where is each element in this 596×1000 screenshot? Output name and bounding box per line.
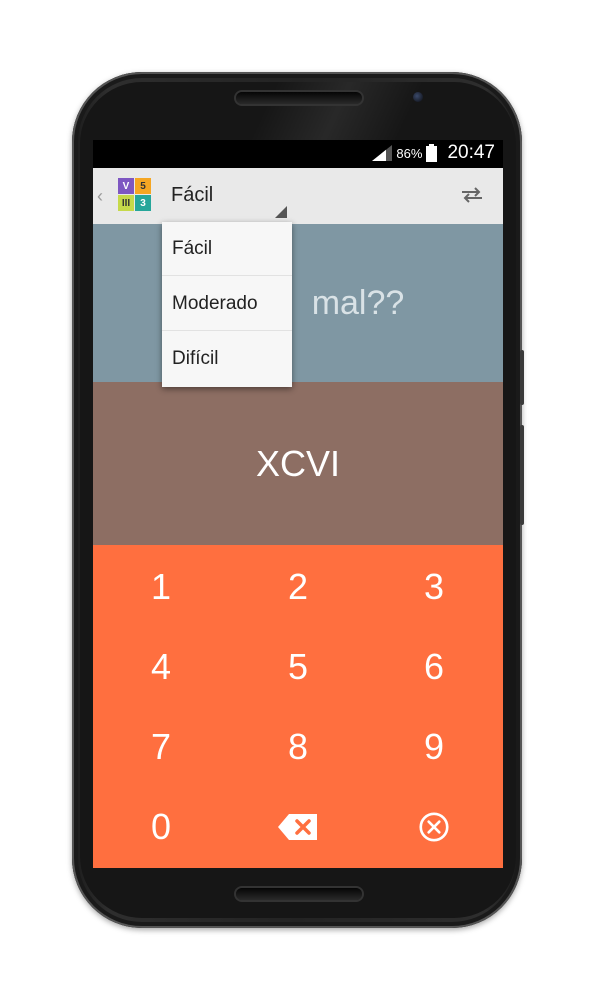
keypad: 1 2 3 4 5 6 7 8 9 0 [93,545,503,868]
clock: 20:47 [447,142,495,163]
swap-icon[interactable] [459,184,485,206]
signal-icon [372,145,393,161]
question-text: mal?? [93,224,503,382]
chevron-left-icon[interactable]: ‹ [97,186,103,207]
status-right: 86% 20:47 [372,142,495,164]
key-3[interactable]: 3 [366,547,502,627]
logo-cell-3: 3 [135,195,151,211]
answer-panel: XCVI [93,382,503,545]
dropdown-option-dificil[interactable]: Difícil [162,332,292,386]
dropdown-option-moderado[interactable]: Moderado [162,277,292,331]
key-4[interactable]: 4 [93,627,229,707]
key-1[interactable]: 1 [93,547,229,627]
difficulty-spinner[interactable]: Fácil [163,168,291,224]
logo-cell-iii: III [118,195,134,211]
key-8[interactable]: 8 [230,707,366,787]
bottom-speaker [236,888,362,900]
battery-icon [426,144,438,162]
clear-circle-icon [419,812,449,842]
backspace-icon [278,814,317,840]
key-6[interactable]: 6 [366,627,502,707]
difficulty-selected: Fácil [171,184,214,206]
logo-cell-v: V [118,178,134,194]
key-7[interactable]: 7 [93,707,229,787]
action-bar: ‹ V 5 III 3 Fácil [93,168,503,224]
screen: 86% 20:47 ‹ V 5 III 3 Fácil mal?? XCVI 1… [93,140,503,868]
key-9[interactable]: 9 [366,707,502,787]
app-logo[interactable]: V 5 III 3 [118,178,152,212]
roman-numeral: XCVI [255,442,341,484]
key-2[interactable]: 2 [230,547,366,627]
status-bar: 86% 20:47 [93,140,503,168]
power-button[interactable] [520,350,524,405]
question-text-label: mal?? [311,283,405,322]
clear-key[interactable] [366,787,502,867]
spinner-arrow-icon [275,206,287,218]
front-camera [413,92,423,102]
key-0[interactable]: 0 [93,787,229,867]
battery-percent: 86% [396,145,423,161]
key-5[interactable]: 5 [230,627,366,707]
volume-button[interactable] [520,425,524,525]
dropdown-option-facil[interactable]: Fácil [162,222,292,276]
top-speaker [236,92,362,104]
difficulty-dropdown: Fácil Moderado Difícil [162,222,292,387]
logo-cell-5: 5 [135,178,151,194]
backspace-key[interactable] [230,787,366,867]
question-panel: mal?? [93,224,503,382]
